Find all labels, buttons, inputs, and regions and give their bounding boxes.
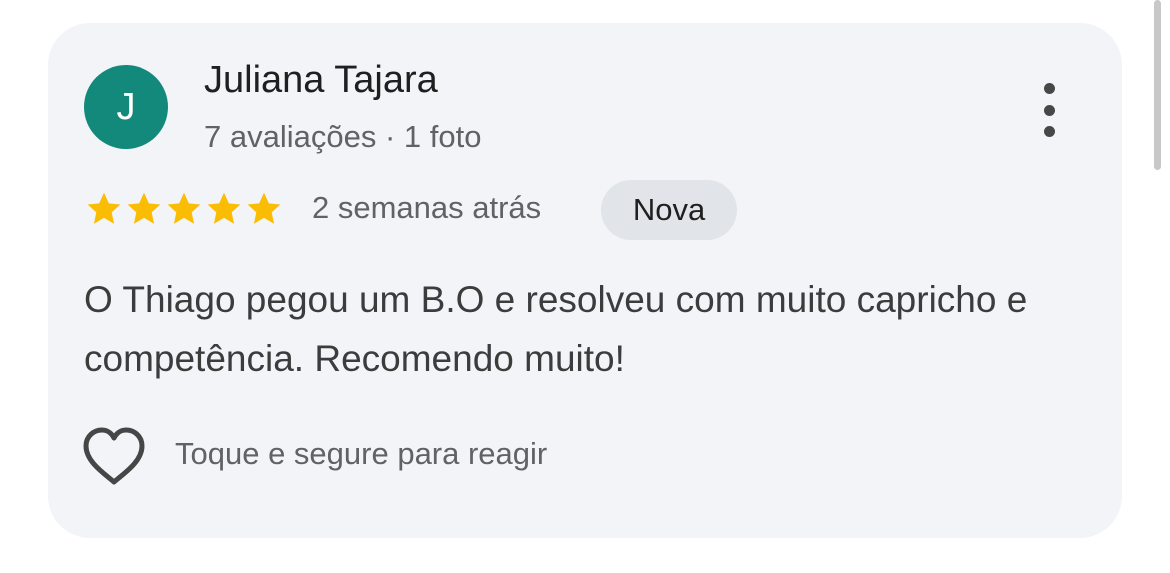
author-name[interactable]: Juliana Tajara xyxy=(204,59,438,102)
review-time: 2 semanas atrás xyxy=(312,190,542,225)
star-icon xyxy=(127,192,161,224)
star-icon xyxy=(247,192,281,224)
new-badge: Nova xyxy=(601,180,737,240)
react-hint: Toque e segure para reagir xyxy=(175,436,548,471)
heart-icon[interactable] xyxy=(81,426,147,488)
star-rating xyxy=(84,188,284,230)
more-vert-icon xyxy=(1043,83,1055,94)
avatar[interactable]: J xyxy=(84,65,168,149)
more-vert-icon-dot xyxy=(1043,126,1055,137)
review-card: J Juliana Tajara 7 avaliações · 1 foto 2… xyxy=(48,23,1122,538)
star-icon xyxy=(87,192,121,224)
more-vert-icon-dot xyxy=(1043,104,1055,116)
author-meta: 7 avaliações · 1 foto xyxy=(204,119,482,154)
more-options-button[interactable] xyxy=(1034,83,1064,137)
star-icon xyxy=(167,192,201,224)
scrollbar[interactable] xyxy=(1154,0,1161,170)
review-text: O Thiago pegou um B.O e resolveu com mui… xyxy=(84,279,1028,379)
star-icon xyxy=(207,192,241,224)
